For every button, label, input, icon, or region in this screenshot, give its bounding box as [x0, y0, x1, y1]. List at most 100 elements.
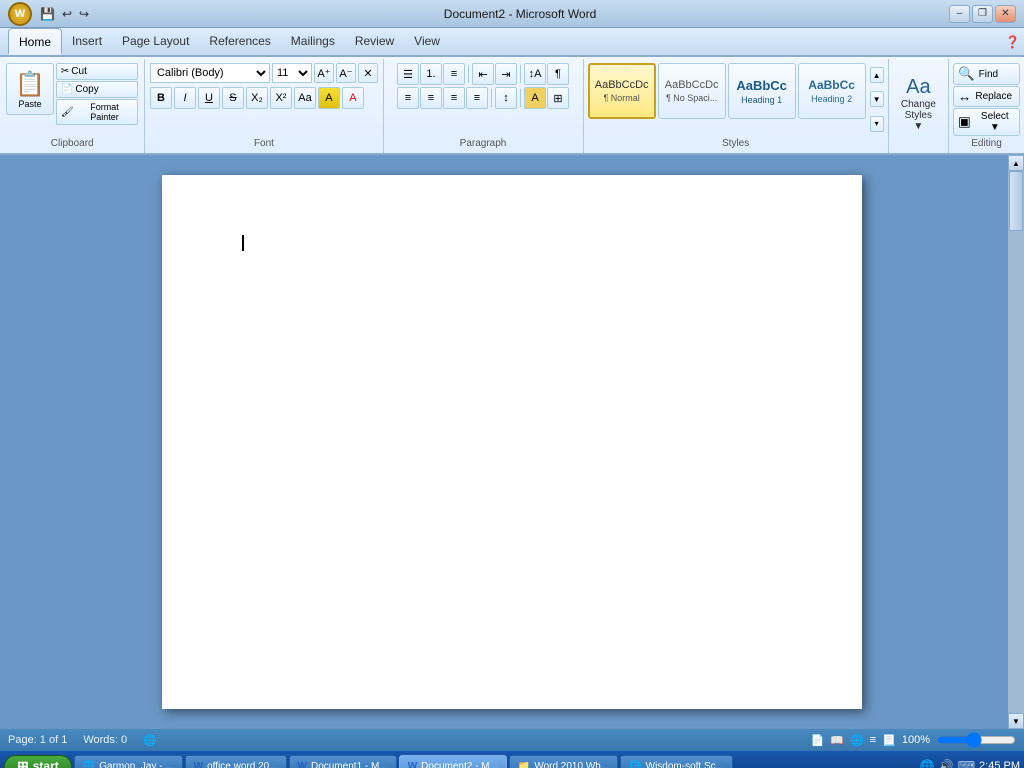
input-icon: ⌨: [958, 759, 975, 768]
taskbar-item-garmon[interactable]: 🌐 Garmon, Jay - ...: [74, 755, 183, 768]
clipboard-tools: ✂ Cut 📄 Copy 🖌 Format Painter: [56, 63, 139, 125]
no-spacing-preview: AaBbCcDc: [665, 79, 719, 91]
format-painter-button[interactable]: 🖌 Format Painter: [56, 99, 139, 125]
tab-references[interactable]: References: [199, 30, 280, 55]
style-no-spacing-btn[interactable]: AaBbCcDc ¶ No Spaci...: [658, 63, 726, 119]
cut-button[interactable]: ✂ Cut: [56, 63, 139, 80]
document-page[interactable]: [162, 175, 862, 709]
underline-button[interactable]: U: [198, 87, 220, 109]
taskbar-item-wisdom[interactable]: 🌐 Wisdom-soft Sc...: [620, 755, 733, 768]
increase-indent-button[interactable]: ⇥: [495, 63, 517, 85]
normal-preview: AaBbCcDc: [595, 79, 649, 91]
title-bar: W 💾 ↩ ↪ Document2 - Microsoft Word – ❐ ✕: [0, 0, 1024, 28]
align-left-button[interactable]: ≡: [397, 87, 419, 109]
document-area: ▲ ▼: [0, 155, 1024, 729]
scroll-down-btn[interactable]: ▼: [1008, 713, 1024, 729]
tab-insert[interactable]: Insert: [62, 30, 112, 55]
clipboard-label: Clipboard: [6, 136, 138, 151]
clear-formatting-btn[interactable]: ✕: [358, 63, 378, 83]
ribbon-help-btn[interactable]: ❓: [1005, 35, 1020, 49]
border-button[interactable]: ⊞: [547, 87, 569, 109]
tab-mailings[interactable]: Mailings: [281, 30, 345, 55]
scroll-up-btn[interactable]: ▲: [1008, 155, 1024, 171]
font-selector-row: Calibri (Body) 11 A⁺ A⁻ ✕: [150, 63, 378, 83]
replace-button[interactable]: ↔ Replace: [953, 86, 1020, 107]
close-btn[interactable]: ✕: [995, 5, 1016, 23]
office-taskbar-icon: W: [194, 761, 203, 768]
zoom-slider[interactable]: [936, 732, 1016, 748]
normal-label: ¶ Normal: [603, 93, 639, 103]
styles-more-btn[interactable]: ▾: [870, 116, 884, 132]
line-spacing-button[interactable]: ↕: [495, 87, 517, 109]
tab-review[interactable]: Review: [345, 30, 404, 55]
strikethrough-button[interactable]: S: [222, 87, 244, 109]
vertical-scrollbar: ▲ ▼: [1008, 155, 1024, 729]
select-icon: ▣: [958, 114, 971, 130]
style-heading1-btn[interactable]: AaBbCc Heading 1: [728, 63, 796, 119]
full-reading-btn[interactable]: 📖: [830, 734, 844, 747]
editing-label: Editing: [953, 136, 1020, 151]
print-layout-btn[interactable]: 📄: [811, 734, 825, 747]
start-button[interactable]: ⊞ start: [4, 755, 72, 768]
numbering-button[interactable]: 1.: [420, 63, 442, 85]
restore-btn[interactable]: ❐: [972, 5, 993, 23]
start-orb: ⊞: [17, 758, 29, 768]
undo-quick-btn[interactable]: ↩: [60, 5, 74, 23]
scroll-thumb[interactable]: [1009, 171, 1023, 231]
bold-button[interactable]: B: [150, 87, 172, 109]
style-heading2-btn[interactable]: AaBbCc Heading 2: [798, 63, 866, 119]
editing-group: 🔍 Find ↔ Replace ▣ Select ▼ Editing: [949, 59, 1024, 153]
styles-down-btn[interactable]: ▼: [870, 91, 884, 107]
font-name-select[interactable]: Calibri (Body): [150, 63, 270, 83]
find-button[interactable]: 🔍 Find: [953, 63, 1020, 85]
draft-btn[interactable]: 📃: [882, 734, 896, 747]
heading1-label: Heading 1: [741, 95, 782, 105]
style-normal-btn[interactable]: AaBbCcDc ¶ Normal: [588, 63, 656, 119]
decrease-indent-button[interactable]: ⇤: [472, 63, 494, 85]
volume-icon: 🔊: [939, 759, 954, 768]
shrink-font-btn[interactable]: A⁻: [336, 63, 356, 83]
paste-label: Paste: [18, 99, 41, 109]
italic-button[interactable]: I: [174, 87, 196, 109]
shading-button[interactable]: A: [524, 87, 546, 109]
taskbar-item-doc2[interactable]: W Document2 - M...: [399, 755, 507, 768]
superscript-button[interactable]: X²: [270, 87, 292, 109]
copy-button[interactable]: 📄 Copy: [56, 81, 139, 98]
highlight-button[interactable]: A: [318, 87, 340, 109]
show-formatting-button[interactable]: ¶: [547, 63, 569, 85]
tab-page-layout[interactable]: Page Layout: [112, 30, 199, 55]
bullets-button[interactable]: ☰: [397, 63, 419, 85]
align-right-button[interactable]: ≡: [443, 87, 465, 109]
change-styles-button[interactable]: Aa ChangeStyles ▼: [893, 72, 944, 136]
taskbar-item-word2010[interactable]: 📁 Word 2010 Wh...: [509, 755, 618, 768]
font-size-select[interactable]: 11: [272, 63, 312, 83]
multilevel-button[interactable]: ≡: [443, 63, 465, 85]
styles-up-btn[interactable]: ▲: [870, 67, 884, 83]
tab-home[interactable]: Home: [8, 28, 62, 55]
redo-quick-btn[interactable]: ↪: [77, 5, 91, 23]
replace-label: Replace: [975, 91, 1012, 102]
save-quick-btn[interactable]: 💾: [38, 5, 57, 23]
align-center-button[interactable]: ≡: [420, 87, 442, 109]
font-color-button[interactable]: A: [342, 87, 364, 109]
window-title: Document2 - Microsoft Word: [91, 7, 949, 21]
change-case-button[interactable]: Aa: [294, 87, 316, 109]
sort-button[interactable]: ↕A: [524, 63, 546, 85]
office-button[interactable]: W: [8, 2, 32, 26]
paragraph-label: Paragraph: [390, 136, 577, 151]
words-status: Words: 0: [83, 734, 127, 746]
justify-button[interactable]: ≡: [466, 87, 488, 109]
change-styles-group: Aa ChangeStyles ▼: [889, 59, 949, 153]
subscript-button[interactable]: X₂: [246, 87, 268, 109]
paste-button[interactable]: 📋 Paste: [6, 63, 54, 115]
grow-font-btn[interactable]: A⁺: [314, 63, 334, 83]
window-controls: – ❐ ✕: [949, 5, 1016, 23]
tab-view[interactable]: View: [404, 30, 450, 55]
taskbar-item-doc1[interactable]: W Document1 - M...: [289, 755, 397, 768]
minimize-btn[interactable]: –: [949, 5, 970, 23]
doc2-icon: W: [408, 761, 417, 768]
taskbar-item-office[interactable]: W office word 20...: [185, 755, 287, 768]
select-button[interactable]: ▣ Select ▼: [953, 108, 1020, 136]
outline-btn[interactable]: ≡: [870, 734, 876, 746]
web-layout-btn[interactable]: 🌐: [850, 734, 864, 747]
